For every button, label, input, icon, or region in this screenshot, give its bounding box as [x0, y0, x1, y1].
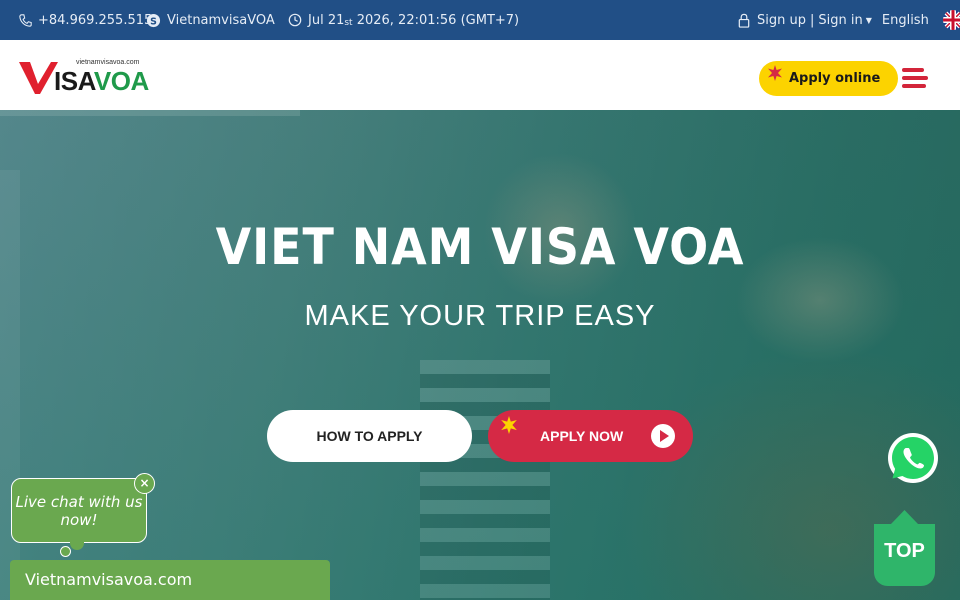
datetime: Jul 21st 2026, 22:01:56 (GMT+7) [288, 0, 519, 40]
hero-title: VIET NAM VISA VOA [215, 218, 745, 276]
logo-v-mark [19, 62, 58, 94]
live-chat-bar[interactable]: Vietnamvisavoa.com [10, 560, 330, 600]
live-chat-text: Live chat with us now! [15, 493, 143, 529]
uk-flag-icon[interactable] [943, 10, 960, 30]
apply-now-button[interactable]: APPLY NOW [488, 410, 693, 462]
account-links: Sign up | Sign in ▼ English [737, 0, 929, 40]
language-select[interactable]: English [882, 13, 929, 28]
datetime-text: Jul 21st 2026, 22:01:56 (GMT+7) [308, 12, 520, 28]
phone-link[interactable]: +84.969.255.515 [19, 0, 152, 40]
phone-number: +84.969.255.515 [38, 12, 153, 28]
apply-online-button[interactable]: Apply online [759, 61, 898, 96]
lock-icon [738, 13, 750, 28]
signin-link[interactable]: Sign in [818, 13, 862, 28]
live-chat-title: Vietnamvisavoa.com [25, 570, 193, 589]
back-to-top-button[interactable]: TOP [874, 510, 935, 586]
star-burst-icon [501, 416, 517, 434]
how-to-apply-button[interactable]: HOW TO APPLY [267, 410, 472, 462]
live-chat-bubble[interactable]: Live chat with us now! [11, 478, 147, 543]
site-logo[interactable]: vietnamvisavoa.com ISAVOA [18, 56, 168, 96]
close-icon[interactable]: × [134, 473, 155, 494]
logo-wordmark: ISAVOA [54, 66, 149, 96]
menu-icon[interactable] [902, 68, 928, 88]
play-icon [651, 424, 675, 448]
skype-name: VietnamvisaVOA [167, 12, 275, 28]
signup-link[interactable]: Sign up [757, 13, 806, 28]
site-header: vietnamvisavoa.com ISAVOA Apply online [0, 40, 960, 110]
chevron-down-icon[interactable]: ▼ [866, 16, 872, 25]
apply-online-label: Apply online [789, 71, 881, 86]
bubble-tail-dot [60, 546, 71, 557]
top-bar: +84.969.255.515 S VietnamvisaVOA Jul 21s… [0, 0, 960, 40]
separator: | [809, 12, 815, 28]
svg-text:S: S [150, 16, 157, 27]
logo-url-text: vietnamvisavoa.com [76, 59, 140, 66]
star-burst-icon [768, 65, 782, 81]
whatsapp-icon[interactable] [886, 431, 940, 485]
skype-link[interactable]: S VietnamvisaVOA [146, 0, 275, 40]
skype-icon: S [146, 13, 161, 27]
how-to-apply-label: HOW TO APPLY [316, 428, 423, 444]
apply-now-label: APPLY NOW [540, 428, 624, 444]
hero-subtitle: MAKE YOUR TRIP EASY [304, 300, 656, 332]
clock-icon [288, 13, 302, 27]
top-label: TOP [884, 540, 925, 562]
phone-icon [19, 13, 32, 27]
